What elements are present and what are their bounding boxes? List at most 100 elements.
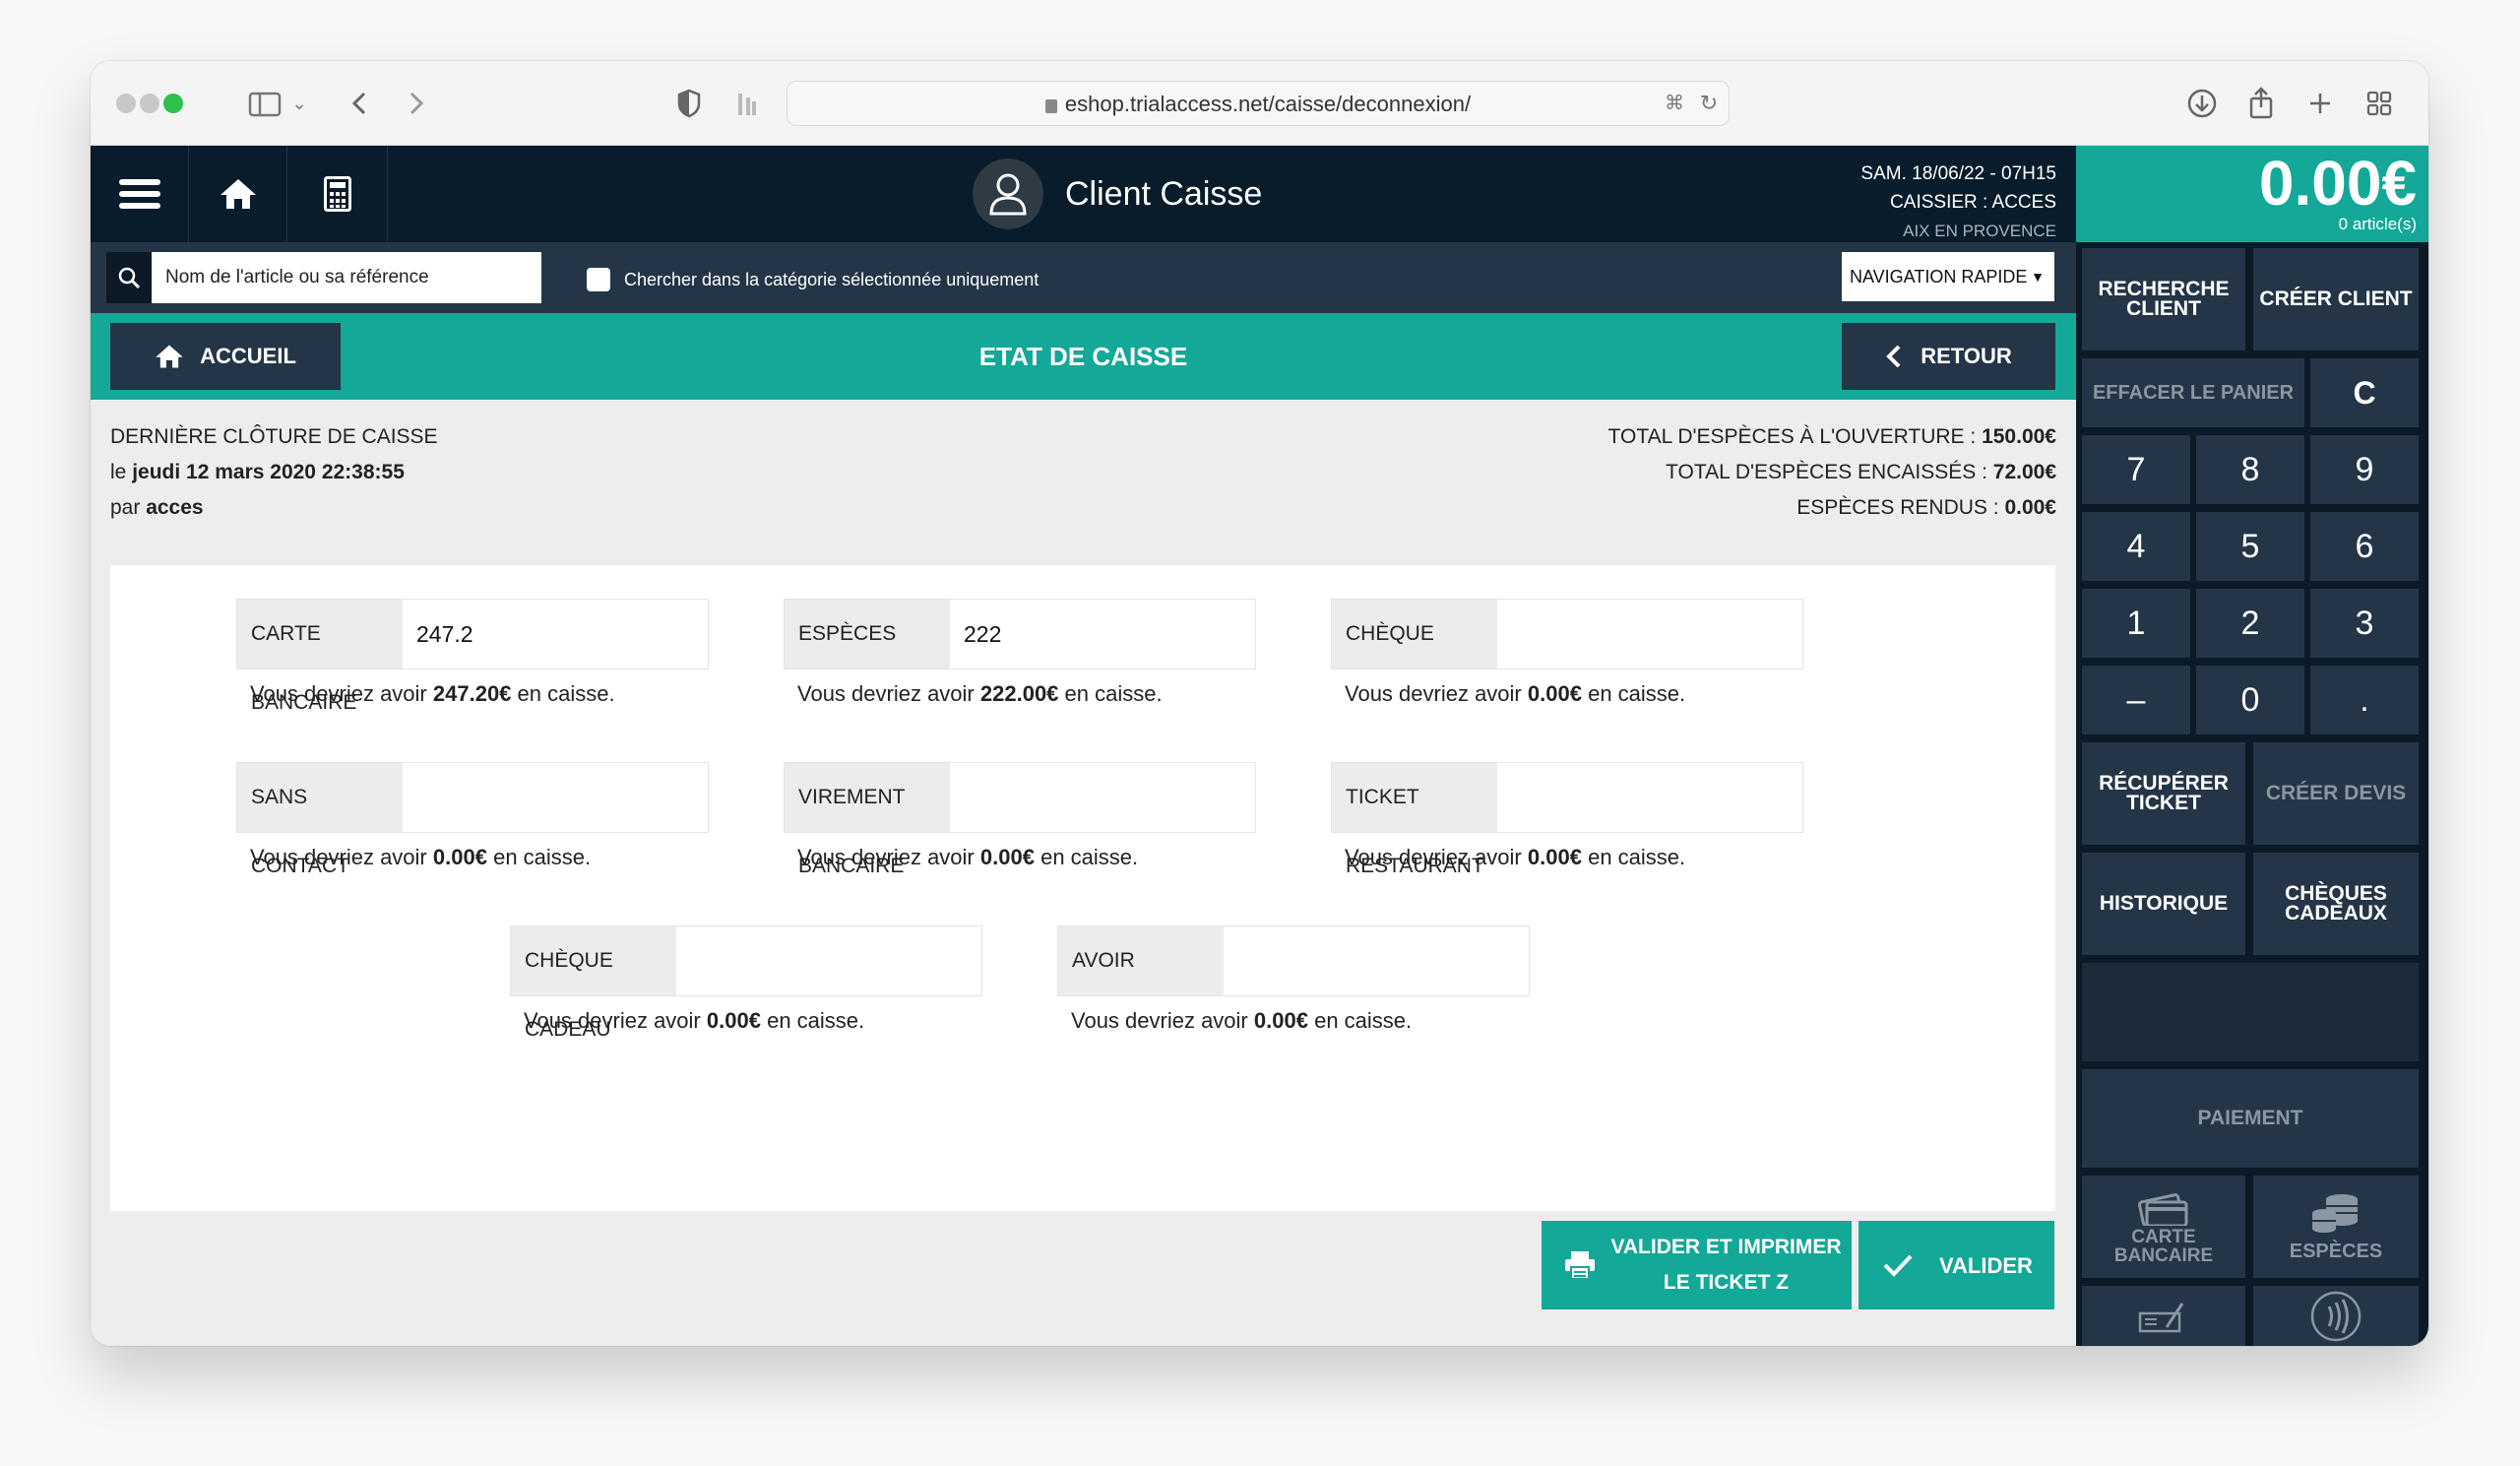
keypad-key[interactable]: 7: [2082, 435, 2190, 504]
create-client-button[interactable]: CRÉER CLIENT: [2253, 248, 2419, 351]
last-closure-date: jeudi 12 mars 2020 22:38:55: [132, 461, 405, 483]
payment-label: TICKET RESTAURANT: [1332, 763, 1497, 877]
expected-amount-text: Vous devriez avoir 0.00€ en caisse.: [1071, 1008, 1413, 1033]
tab-overview-icon[interactable]: [2364, 86, 2394, 121]
keypad-key[interactable]: 6: [2310, 512, 2419, 581]
card-payment-button[interactable]: CARTE BANCAIRE: [2082, 1176, 2245, 1278]
shield-icon[interactable]: [675, 86, 703, 121]
home-icon: [220, 179, 256, 209]
validate-print-line1: VALIDER ET IMPRIMER: [1610, 1236, 1842, 1258]
share-icon[interactable]: [2246, 86, 2276, 121]
back-button[interactable]: RETOUR: [1842, 323, 2055, 390]
quick-navigation-label: NAVIGATION RAPIDE: [1850, 267, 2028, 287]
keypad-key[interactable]: 4: [2082, 512, 2190, 581]
lock-icon: [1044, 99, 1057, 113]
payment-amount-input[interactable]: [950, 600, 1255, 669]
keypad-key[interactable]: .: [2310, 666, 2419, 734]
validate-button[interactable]: VALIDER: [1858, 1221, 2054, 1309]
minimize-window-dot[interactable]: [140, 94, 159, 113]
reload-icon[interactable]: ↻: [1697, 86, 1721, 121]
session-date: SAM. 18/06/22 - 07H15: [1860, 163, 2056, 184]
payment-card: CHÈQUE CADEAU Vous devriez avoir 0.00€ e…: [510, 925, 982, 1041]
cash-out-label: ESPÈCES RENDUS :: [1796, 496, 1999, 519]
home-nav-label: ACCUEIL: [200, 344, 296, 368]
extension-icon[interactable]: [734, 86, 758, 121]
forward-arrow-icon[interactable]: [404, 86, 427, 121]
payment-amount-input[interactable]: [676, 926, 981, 995]
cheque-payment-button[interactable]: [2082, 1286, 2245, 1346]
download-icon[interactable]: [2185, 86, 2219, 121]
expected-amount-text: Vous devriez avoir 0.00€ en caisse.: [1345, 845, 1686, 869]
expected-amount-text: Vous devriez avoir 0.00€ en caisse.: [797, 845, 1139, 869]
quick-navigation-select[interactable]: NAVIGATION RAPIDE ▼: [1842, 252, 2054, 301]
keypad-key[interactable]: 0: [2196, 666, 2304, 734]
page-action-bar: ETAT DE CAISSE ACCUEIL RETOUR: [91, 313, 2076, 400]
gift-cheques-button[interactable]: CHÈQUES CADEAUX: [2253, 853, 2419, 955]
search-client-button[interactable]: RECHERCHE CLIENT: [2082, 248, 2245, 351]
payment-label: CHÈQUE: [1332, 600, 1497, 669]
home-button[interactable]: [189, 146, 287, 242]
cart-total: 0.00€ 0 article(s): [2076, 146, 2428, 242]
zoom-window-dot[interactable]: [163, 94, 183, 113]
category-only-label: Chercher dans la catégorie sélectionnée …: [624, 270, 1040, 289]
back-label: RETOUR: [1921, 344, 2012, 368]
create-quote-button[interactable]: CRÉER DEVIS: [2253, 742, 2419, 845]
expected-amount-text: Vous devriez avoir 0.00€ en caisse.: [524, 1008, 865, 1033]
user-avatar-icon: [973, 159, 1043, 229]
address-bar[interactable]: eshop.trialaccess.net/caisse/deconnexion…: [787, 81, 1730, 126]
category-only-checkbox[interactable]: [587, 268, 610, 291]
keypad-key[interactable]: 3: [2310, 589, 2419, 658]
closed-by-prefix: par: [110, 496, 141, 519]
total-amount: 0.00€: [2258, 148, 2417, 219]
payment-amount-input[interactable]: [403, 600, 708, 669]
home-icon: [156, 345, 183, 368]
payment-amount-input[interactable]: [950, 763, 1255, 832]
payment-amount-input[interactable]: [1224, 926, 1529, 995]
payment-amount-input[interactable]: [1497, 600, 1802, 669]
app-header: Client Caisse SAM. 18/06/22 - 07H15 CAIS…: [91, 146, 2076, 242]
cash-state-content: DERNIÈRE CLÔTURE DE CAISSE le jeudi 12 m…: [91, 400, 2076, 1346]
calculator-button[interactable]: [287, 146, 388, 242]
menu-button[interactable]: [91, 146, 189, 242]
payment-amount-input[interactable]: [403, 763, 708, 832]
clear-cart-button[interactable]: EFFACER LE PANIER: [2082, 358, 2304, 427]
coins-icon: [2312, 1193, 2358, 1233]
expected-amount-text: Vous devriez avoir 0.00€ en caisse.: [1345, 681, 1686, 706]
store-city: AIX EN PROVENCE: [1903, 222, 2056, 240]
home-nav-button[interactable]: ACCUEIL: [110, 323, 341, 390]
last-closure-info: DERNIÈRE CLÔTURE DE CAISSE le jeudi 12 m…: [110, 419, 438, 526]
checkmark-icon: [1883, 1254, 1913, 1277]
cash-open-value: 150.00€: [1982, 425, 2056, 448]
translate-icon[interactable]: ⌘: [1660, 86, 1689, 121]
validate-print-z-button[interactable]: VALIDER ET IMPRIMER LE TICKET Z: [1542, 1221, 1852, 1309]
contactless-payment-button[interactable]: [2253, 1286, 2419, 1346]
payment-button[interactable]: PAIEMENT: [2082, 1069, 2419, 1168]
keypad-key[interactable]: 8: [2196, 435, 2304, 504]
keypad-key[interactable]: 1: [2082, 589, 2190, 658]
keypad-key[interactable]: 9: [2310, 435, 2419, 504]
keypad-key[interactable]: 2: [2196, 589, 2304, 658]
client-selector[interactable]: Client Caisse: [973, 158, 1262, 230]
sidebar-icon[interactable]: [248, 86, 282, 121]
payment-amount-input[interactable]: [1497, 763, 1802, 832]
clear-key-button[interactable]: C: [2310, 358, 2419, 427]
back-arrow-icon[interactable]: [348, 86, 372, 121]
contactless-icon: [2310, 1291, 2362, 1341]
closed-by-user: acces: [146, 496, 204, 519]
payment-label: SANS CONTACT: [237, 763, 403, 877]
history-button[interactable]: HISTORIQUE: [2082, 853, 2245, 955]
new-tab-icon[interactable]: [2305, 86, 2335, 121]
payment-label: VIREMENT BANCAIRE: [785, 763, 950, 877]
payment-card: CARTE BANCAIRE Vous devriez avoir 247.20…: [236, 599, 709, 714]
article-search-input[interactable]: [152, 252, 541, 303]
payment-label: ESPÈCES: [785, 600, 950, 669]
keypad-key[interactable]: 5: [2196, 512, 2304, 581]
search-bar: Chercher dans la catégorie sélectionnée …: [91, 242, 2076, 313]
keypad-key[interactable]: –: [2082, 666, 2190, 734]
chevron-down-icon[interactable]: ⌄: [291, 86, 307, 121]
recover-ticket-button[interactable]: RÉCUPÉRER TICKET: [2082, 742, 2245, 845]
cash-payment-button[interactable]: ESPÈCES: [2253, 1176, 2419, 1278]
search-button[interactable]: [106, 252, 152, 303]
hamburger-icon: [118, 179, 160, 209]
close-window-dot[interactable]: [116, 94, 136, 113]
